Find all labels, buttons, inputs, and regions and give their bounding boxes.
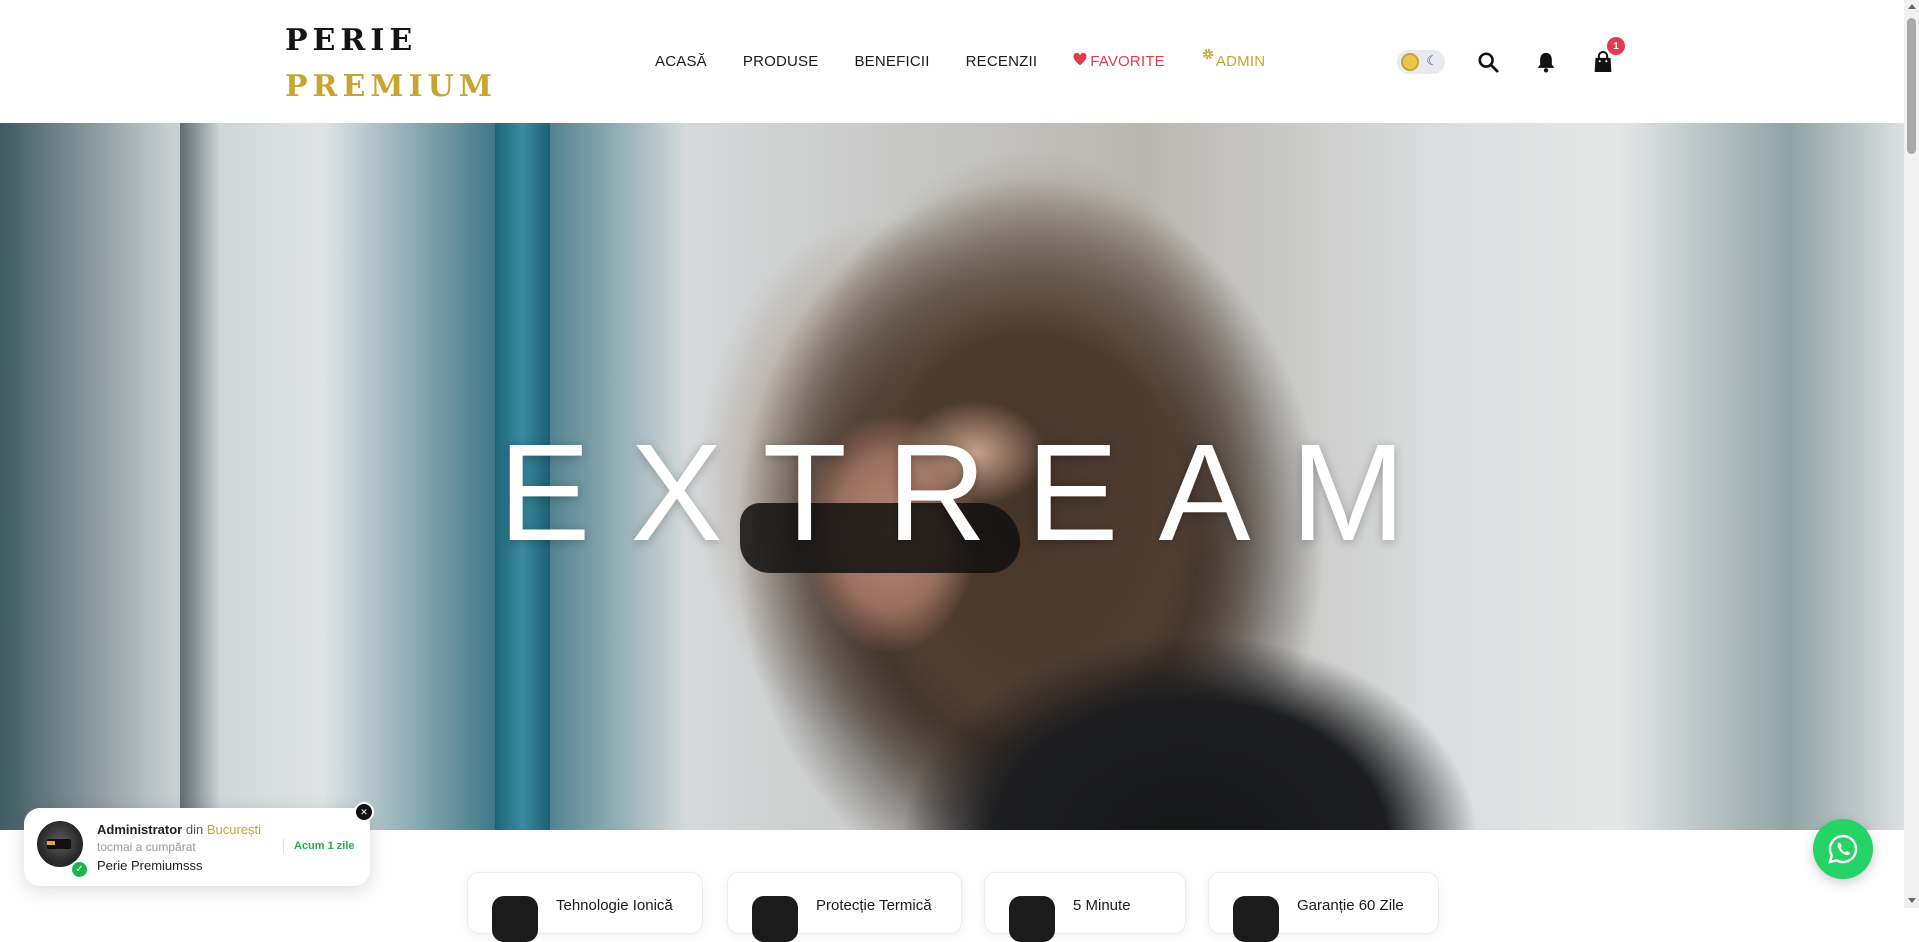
purchase-action: tocmai a cumpărat [97,840,196,854]
divider [283,839,284,853]
brand-line-2: PREMIUM [285,69,497,104]
theme-toggle[interactable]: ☾ [1397,50,1445,74]
nav-item-acasa[interactable]: ACASĂ [655,53,707,70]
nav-item-beneficii[interactable]: BENEFICII [854,53,929,70]
buyer-line: Administrator din București [97,822,261,837]
nav-label: PRODUSE [742,52,819,70]
close-icon[interactable]: ✕ [354,802,374,822]
thermal-icon [752,896,798,942]
buyer-name: Administrator [97,822,183,837]
brand-logo[interactable]: PERIE PREMIUM [285,18,497,110]
clock-icon [1009,896,1055,942]
hero-banner: EXTREAM [0,123,1904,830]
sun-icon [1401,53,1419,71]
nav-item-favorite[interactable]: FAVORITE [1073,52,1165,70]
scroll-down-arrow-icon[interactable] [1908,898,1916,903]
time-ago: Acum 1 zile [294,840,355,852]
nav-item-recenzii[interactable]: RECENZII [966,53,1038,70]
brand-line-1: PERIE [285,23,418,58]
moon-icon: ☾ [1426,53,1438,68]
bell-icon[interactable] [1532,48,1560,76]
nav-item-admin[interactable]: ADMIN [1201,48,1266,70]
ion-icon [492,896,538,942]
nav-label: RECENZII [965,52,1038,70]
check-icon: ✓ [70,860,89,879]
feature-label: Tehnologie Ionică [556,897,673,914]
scrollbar-thumb[interactable] [1907,18,1916,154]
feature-card: 5 Minute [984,872,1186,942]
nav-label: FAVORITE [1090,52,1165,70]
nav-item-produse[interactable]: PRODUSE [743,53,819,70]
thumb-accent [47,841,55,845]
hero-title: EXTREAM [498,416,1446,570]
cart-count-badge: 1 [1607,37,1625,55]
shield-icon [1233,896,1279,942]
recent-purchase-popup[interactable]: ✓ Administrator din București tocmai a c… [24,802,374,886]
scroll-up-arrow-icon[interactable] [1908,4,1916,9]
heart-icon [1073,52,1087,70]
feature-label: Garanție 60 Zile [1297,897,1404,914]
feature-card: Tehnologie Ionică [467,872,703,942]
nav-label: BENEFICII [854,52,930,70]
feature-card: Protecție Termică [727,872,962,942]
feature-label: 5 Minute [1073,897,1131,914]
site-header: PERIE PREMIUM ACASĂ PRODUSE BENEFICII RE… [0,0,1904,123]
nav-label: ADMIN [1215,52,1266,70]
feature-label: Protecție Termică [816,897,932,914]
whatsapp-button[interactable] [1813,819,1873,879]
page-scrollbar[interactable] [1904,0,1919,908]
gear-icon [1201,47,1215,65]
purchased-product: Perie Premiumsss [97,858,203,873]
nav-label: ACASĂ [655,52,707,70]
search-icon[interactable] [1474,48,1502,76]
whatsapp-icon [1828,834,1858,864]
main-nav: ACASĂ PRODUSE BENEFICII RECENZII FAVORIT… [655,48,1301,70]
buyer-city: București [206,822,262,837]
from-word: din [185,822,204,837]
feature-card: Garanție 60 Zile [1208,872,1439,942]
